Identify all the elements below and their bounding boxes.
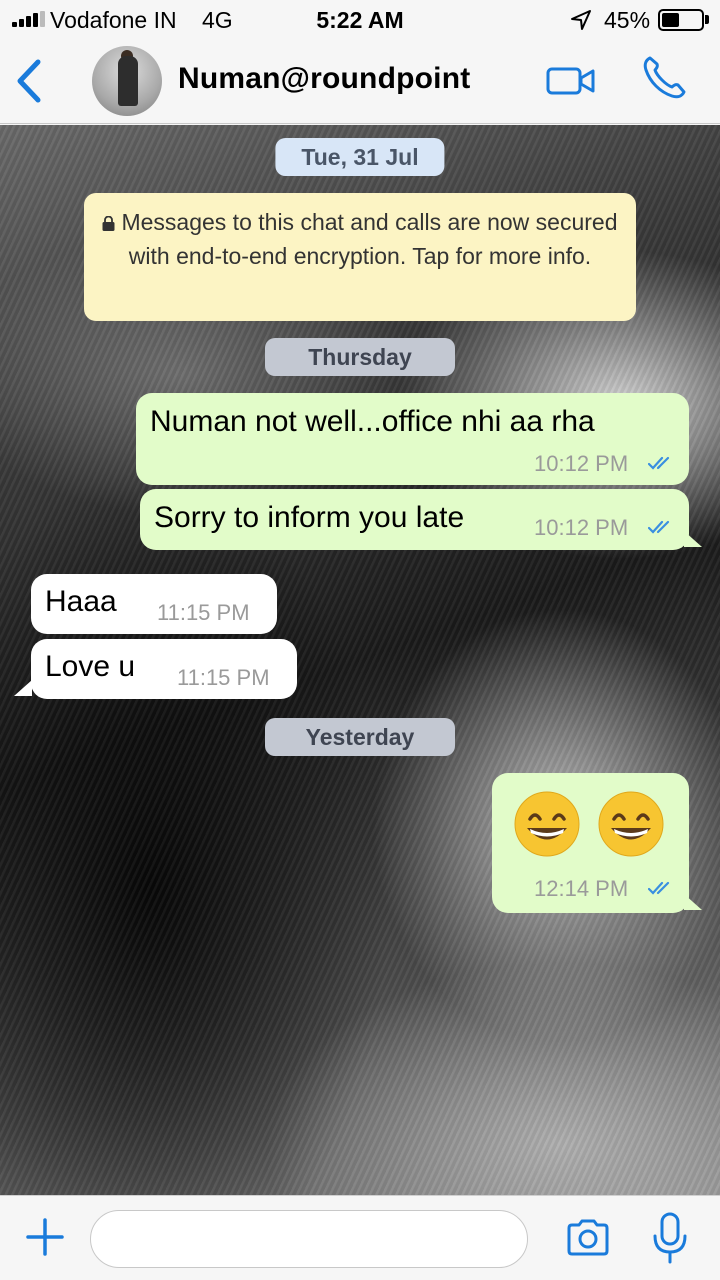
grinning-face-emoji-icon [514, 791, 580, 857]
message-time: 10:12 PM [534, 515, 629, 540]
outgoing-message[interactable]: Sorry to inform you late 10:12 PM [140, 489, 689, 550]
read-ticks-icon [648, 881, 670, 895]
video-call-icon[interactable] [546, 64, 596, 98]
read-ticks-icon [648, 520, 670, 534]
incoming-message[interactable]: Haaa 11:15 PM [31, 574, 277, 634]
location-arrow-icon [571, 10, 591, 30]
back-chevron-icon[interactable] [14, 58, 44, 104]
input-bar [0, 1195, 720, 1280]
status-bar: Vodafone IN 4G 5:22 AM 45% [0, 0, 720, 40]
battery-percentage: 45% [604, 7, 651, 33]
message-time: 12:14 PM [534, 876, 629, 901]
date-pill: Tue, 31 Jul [275, 138, 445, 176]
message-time: 11:15 PM [177, 665, 270, 690]
chat-area[interactable]: Tue, 31 Jul Messages to this chat and ca… [0, 125, 720, 1195]
avatar[interactable] [92, 46, 162, 116]
battery-icon [658, 9, 704, 31]
lock-icon [102, 216, 115, 231]
message-text: Love u [45, 650, 136, 683]
message-text: Numan not well...office nhi aa rha [150, 405, 595, 438]
contact-name[interactable]: Numan@roundpoint [178, 62, 470, 96]
outgoing-message[interactable]: 😄 😄 12:14 PM [492, 773, 689, 913]
message-time: 10:12 PM [534, 451, 629, 476]
voice-call-icon[interactable] [640, 54, 688, 102]
plus-icon[interactable] [26, 1218, 64, 1256]
bubble-tail [684, 894, 702, 910]
camera-icon[interactable] [566, 1218, 610, 1256]
grinning-face-emoji-icon [598, 791, 664, 857]
outgoing-message[interactable]: Numan not well...office nhi aa rha 10:12… [136, 393, 689, 485]
message-input[interactable] [90, 1210, 528, 1268]
message-text: 😄 😄 [492, 773, 494, 774]
message-text: Sorry to inform you late [154, 501, 465, 534]
encryption-notice[interactable]: Messages to this chat and calls are now … [84, 193, 636, 321]
bubble-tail [684, 531, 702, 547]
message-time: 11:15 PM [157, 600, 250, 625]
microphone-icon[interactable] [652, 1212, 688, 1264]
battery-tip [705, 15, 709, 24]
date-pill: Thursday [265, 338, 455, 376]
read-ticks-icon [648, 456, 670, 470]
date-pill: Yesterday [265, 718, 455, 756]
bubble-tail [14, 680, 32, 696]
message-text: Haaa [45, 585, 117, 618]
chat-header: Numan@roundpoint [0, 40, 720, 124]
incoming-message[interactable]: Love u 11:15 PM [31, 639, 297, 699]
encryption-notice-text: Messages to this chat and calls are now … [121, 209, 618, 269]
